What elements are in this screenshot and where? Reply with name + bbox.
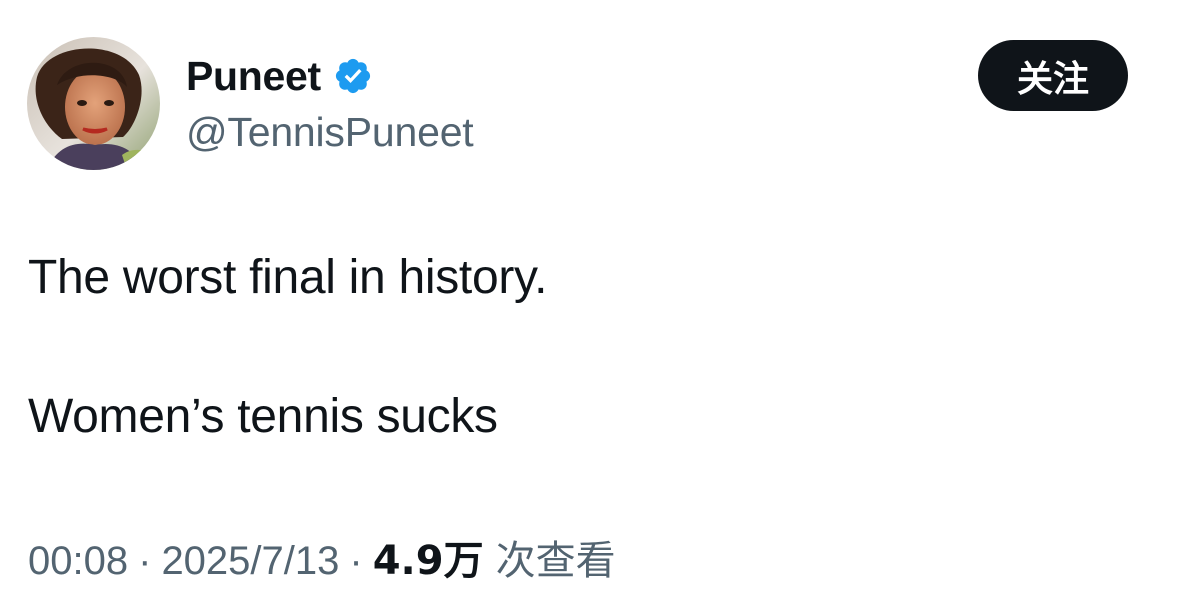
follow-button[interactable]: 关注 (978, 40, 1128, 111)
author-handle[interactable]: @TennisPuneet (186, 106, 474, 158)
tweet-text-line-1: The worst final in history. (28, 251, 548, 304)
verified-badge-icon[interactable] (333, 56, 373, 96)
author-name-row: Puneet (186, 50, 373, 102)
tweet-time[interactable]: 00:08 (28, 533, 128, 589)
views-label[interactable]: 次查看 (484, 533, 616, 589)
tweet-date[interactable]: 2025/7/13 (161, 533, 339, 589)
avatar[interactable] (27, 37, 160, 170)
tweet-card: Puneet @TennisPuneet 关注 The worst final … (0, 0, 1179, 610)
views-count[interactable]: 4.9万 (373, 533, 484, 589)
tweet-meta: 00:08 · 2025/7/13 · 4.9万 次查看 (28, 533, 616, 589)
avatar-photo (27, 37, 160, 170)
display-name[interactable]: Puneet (186, 50, 321, 102)
tweet-text-line-2: Women’s tennis sucks (28, 390, 498, 443)
meta-separator: · (138, 539, 152, 583)
meta-separator: · (349, 539, 363, 583)
